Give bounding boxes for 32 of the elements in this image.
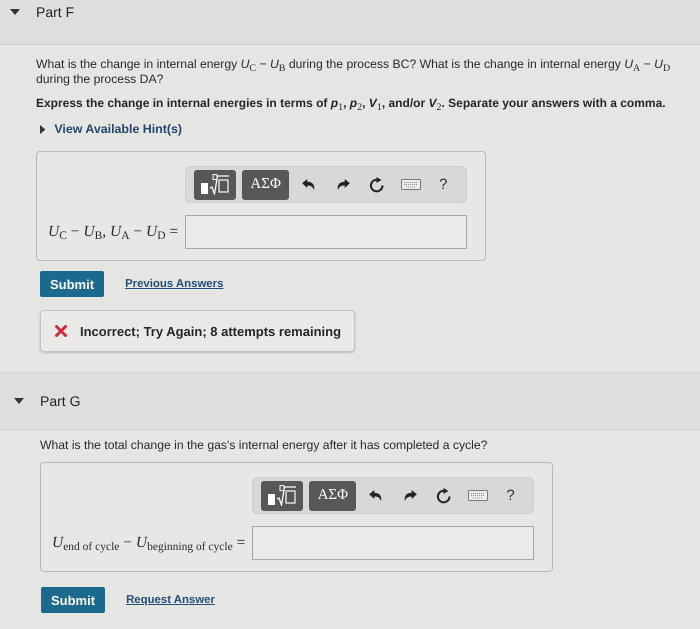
template-button[interactable]: [194, 170, 236, 200]
redo-icon[interactable]: [336, 178, 350, 190]
help-button[interactable]: ?: [439, 176, 448, 193]
answer-field[interactable]: [185, 215, 468, 249]
redo-icon[interactable]: [403, 490, 418, 502]
reset-icon[interactable]: [436, 488, 452, 504]
reset-icon[interactable]: [369, 176, 386, 192]
submit-button[interactable]: Submit: [41, 587, 106, 613]
symbols-button[interactable]: ΑΣΦ: [242, 170, 290, 200]
keyboard-icon[interactable]: [401, 179, 422, 190]
submit-button[interactable]: Submit: [40, 271, 104, 297]
keyboard-icon[interactable]: [468, 490, 488, 501]
answer-label: U$_{end of cycle}$ − U$_{beginning of cycle}$ =: [52, 534, 246, 552]
instruction-text: Express the change in internal energies in terms of p$_{1}$, p$_{2}$, V$_{1}$, and/or V$_{2}$. Separate your answers with a comma.: [36, 95, 666, 111]
radical-template-icon: [201, 174, 230, 195]
question-text: What is the total change in the gas's internal energy after it has completed a cycle?: [40, 438, 488, 453]
help-button[interactable]: ?: [506, 487, 515, 504]
hint-link[interactable]: View Available Hint(s): [40, 122, 182, 137]
answer-link[interactable]: Previous Answers: [125, 278, 224, 290]
undo-icon[interactable]: [369, 490, 384, 502]
symbols-button[interactable]: ΑΣΦ: [309, 480, 356, 510]
answer-label: U$_{C}$ − U$_{B}$, U$_{A}$ − U$_{D}$ =: [48, 223, 178, 241]
part-title[interactable]: Part F: [36, 4, 74, 20]
radical-template-icon: [268, 485, 296, 506]
feedback-text: Incorrect; Try Again; 8 attempts remaining: [80, 324, 342, 338]
cross-icon: [55, 325, 67, 337]
template-button[interactable]: [261, 480, 304, 510]
question-text: What is the change in internal energy U$_{C}$ − U$_{B}$ during the process BC? What is the change in internal energy U$_{A}$ − U$_{D}$ during the process DA?: [36, 57, 672, 87]
answer-link[interactable]: Request Answer: [126, 594, 215, 606]
answer-field[interactable]: [252, 526, 534, 560]
undo-icon[interactable]: [302, 178, 316, 190]
part-title[interactable]: Part G: [40, 393, 80, 409]
